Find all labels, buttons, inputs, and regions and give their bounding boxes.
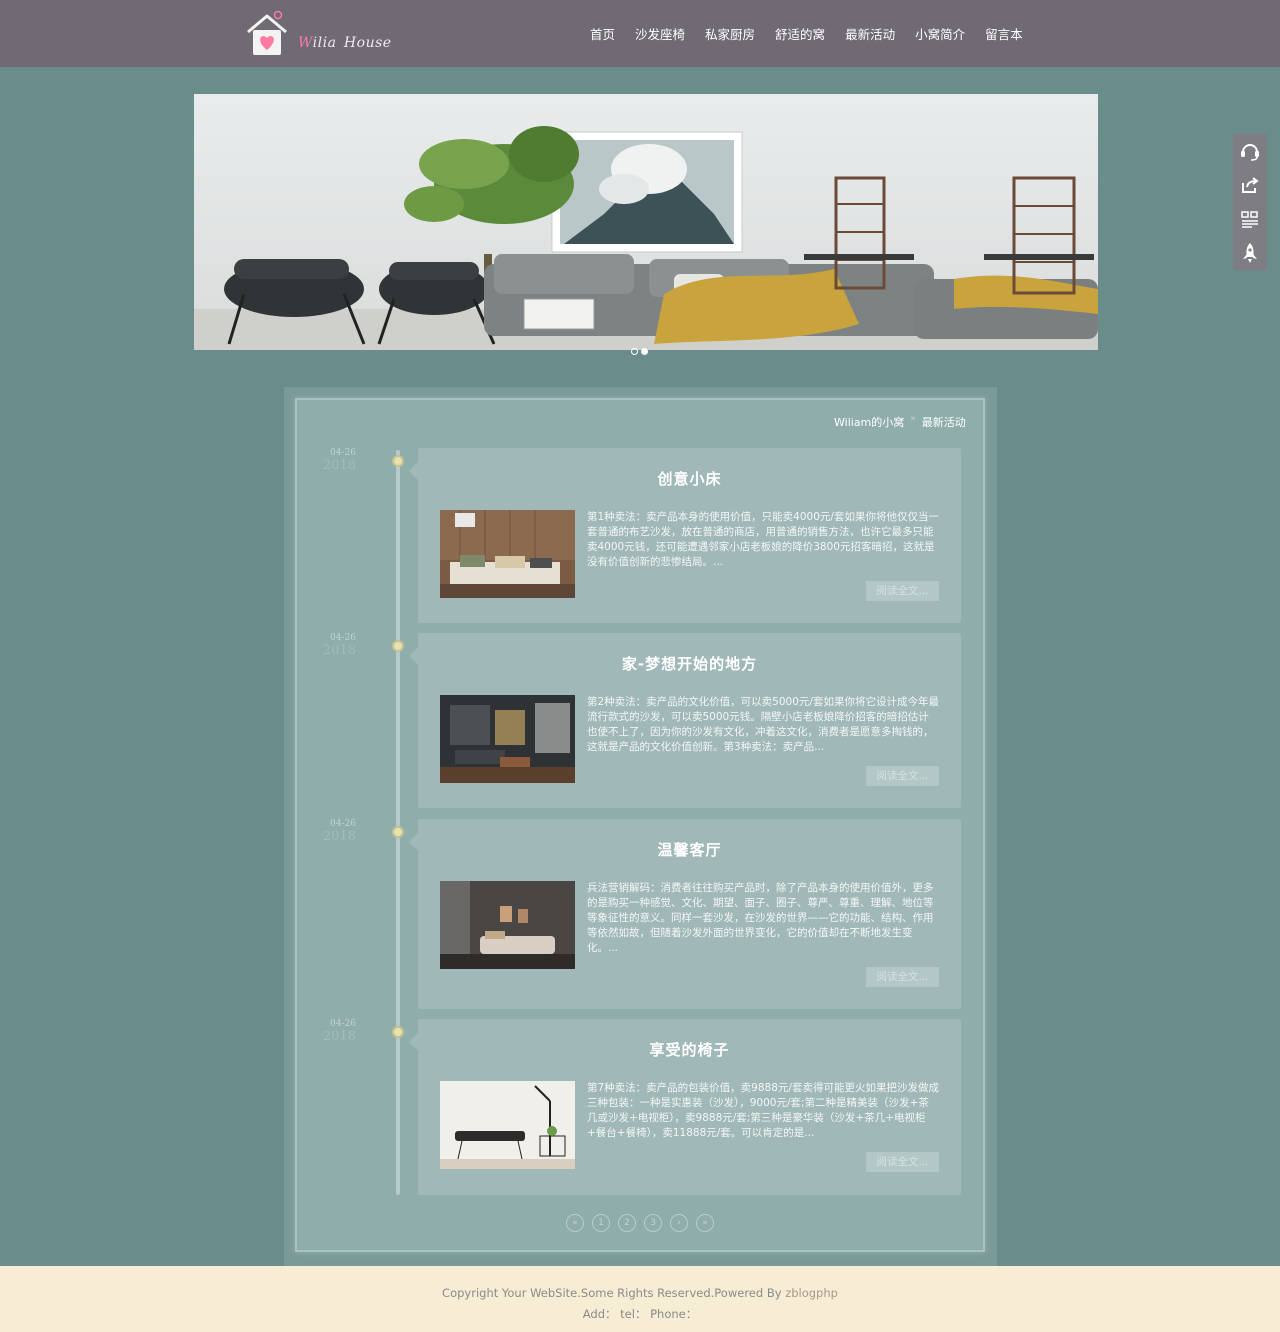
headset-icon (1241, 144, 1259, 161)
nav-item-cozy-home[interactable]: 舒适的窝 (775, 24, 825, 43)
read-more-button[interactable]: 阅读全文... (866, 967, 939, 987)
warm-living-room-thumbnail-image (440, 881, 575, 969)
timeline-line (396, 450, 400, 1195)
post-title[interactable]: 温馨客厅 (418, 839, 961, 860)
back-to-top-button[interactable] (1233, 236, 1267, 270)
read-more-button[interactable]: 阅读全文... (866, 766, 939, 786)
post-card: 创意小床 第1种卖法：卖产品本身的使用价值，只能卖4000元/套如果你将他仅仅当… (409, 448, 961, 623)
pagination-next[interactable]: › (670, 1214, 688, 1232)
share-icon (1242, 177, 1259, 193)
dark-living-room-thumbnail-image (440, 695, 575, 783)
post-card: 享受的椅子 第7种卖法：卖产品的包装价值，卖9888元/套卖得可能更火如果把沙发… (409, 1019, 961, 1195)
post-excerpt: 兵法营销解码：消费者往往购买产品时，除了产品本身的使用价值外，更多的是购买一种感… (587, 882, 934, 954)
post-card: 家-梦想开始的地方 第2种卖法：卖产品的文化价值，可以卖5000元/套如果你将它… (409, 633, 961, 808)
post-thumbnail[interactable] (440, 1081, 575, 1169)
breadcrumb-separator: » (910, 414, 916, 424)
breadcrumb-home-link[interactable]: Wiliam的小窝 (834, 414, 904, 430)
post-excerpt: 第7种卖法：卖产品的包装价值，卖9888元/套卖得可能更火如果把沙发做成三种包装… (587, 1082, 939, 1139)
post-date-month-day: 04-26 (330, 819, 356, 829)
qrcode-icon (1241, 211, 1258, 228)
post-title[interactable]: 家-梦想开始的地方 (418, 653, 961, 674)
post-date-year: 2018 (322, 829, 356, 844)
post-thumbnail[interactable] (440, 510, 575, 598)
post-date-month-day: 04-26 (330, 448, 356, 458)
read-more-button[interactable]: 阅读全文... (866, 1152, 939, 1172)
pagination-last[interactable]: » (696, 1214, 714, 1232)
post-date: 04-26 2018 (300, 448, 356, 473)
nav-item-about[interactable]: 小窝简介 (915, 24, 965, 43)
hero-banner[interactable] (194, 94, 1098, 350)
powered-by-link[interactable]: zblogphp (785, 1286, 838, 1300)
house-heart-logo-icon (247, 10, 287, 55)
post-date-year: 2018 (322, 458, 356, 473)
post-thumbnail[interactable] (440, 695, 575, 783)
bedroom-thumbnail-image (440, 510, 575, 598)
post-excerpt: 第2种卖法：卖产品的文化价值，可以卖5000元/套如果你将它设计成今年最流行款式… (587, 696, 939, 753)
post-date: 04-26 2018 (300, 1019, 356, 1044)
nav-item-kitchen[interactable]: 私家厨房 (705, 24, 755, 43)
lounge-chair-thumbnail-image (440, 1081, 575, 1169)
qrcode-button[interactable] (1233, 202, 1267, 236)
banner-dot-1[interactable] (631, 348, 638, 355)
customer-service-button[interactable] (1233, 134, 1267, 168)
post-date: 04-26 2018 (300, 633, 356, 658)
timeline-dot (392, 455, 404, 467)
nav-item-latest-events[interactable]: 最新活动 (845, 24, 895, 43)
nav-item-sofa-chairs[interactable]: 沙发座椅 (635, 24, 685, 43)
main-nav: 首页 沙发座椅 私家厨房 舒适的窝 最新活动 小窝简介 留言本 (590, 24, 1043, 43)
pagination-page-1[interactable]: 1 (592, 1214, 610, 1232)
post-title[interactable]: 享受的椅子 (418, 1039, 961, 1060)
rocket-icon (1243, 243, 1257, 263)
floating-toolbar (1233, 134, 1267, 270)
nav-item-home[interactable]: 首页 (590, 24, 615, 43)
timeline-dot (392, 640, 404, 652)
post-date-year: 2018 (322, 643, 356, 658)
post-excerpt: 第1种卖法：卖产品本身的使用价值，只能卖4000元/套如果你将他仅仅当一套普通的… (587, 511, 939, 568)
post-title[interactable]: 创意小床 (418, 468, 961, 489)
banner-pagination-dots (631, 348, 648, 355)
footer-copyright: Copyright Your WebSite.Some Rights Reser… (0, 1286, 1280, 1300)
post-date-year: 2018 (322, 1029, 356, 1044)
read-more-button[interactable]: 阅读全文... (866, 581, 939, 601)
copyright-text: Copyright Your WebSite.Some Rights Reser… (442, 1286, 786, 1300)
footer-contact: Add： tel： Phone： (582, 1307, 698, 1321)
breadcrumb: Wiliam的小窝 » 最新活动 (834, 414, 966, 430)
nav-item-guestbook[interactable]: 留言本 (985, 24, 1023, 43)
pagination-page-3[interactable]: 3 (644, 1214, 662, 1232)
pagination: « 1 2 3 › » (566, 1214, 714, 1232)
post-date-month-day: 04-26 (330, 633, 356, 643)
breadcrumb-current[interactable]: 最新活动 (922, 414, 966, 430)
timeline-dot (392, 826, 404, 838)
banner-dot-2[interactable] (641, 348, 648, 355)
post-card: 温馨客厅 兵法营销解码：消费者往往购买产品时，除了产品本身的使用价值外，更多的是… (409, 819, 961, 1009)
site-header: Wilia House 首页 沙发座椅 私家厨房 舒适的窝 最新活动 小窝简介 … (0, 0, 1280, 67)
pagination-first[interactable]: « (566, 1214, 584, 1232)
site-footer: Copyright Your WebSite.Some Rights Reser… (0, 1266, 1280, 1332)
logo-wordmark: Wilia House (298, 35, 392, 51)
post-date-month-day: 04-26 (330, 1019, 356, 1029)
living-room-banner-image (194, 94, 1098, 350)
pagination-page-2[interactable]: 2 (618, 1214, 636, 1232)
post-thumbnail[interactable] (440, 881, 575, 969)
share-button[interactable] (1233, 168, 1267, 202)
post-date: 04-26 2018 (300, 819, 356, 844)
site-logo[interactable]: Wilia House (244, 10, 404, 58)
timeline-dot (392, 1026, 404, 1038)
